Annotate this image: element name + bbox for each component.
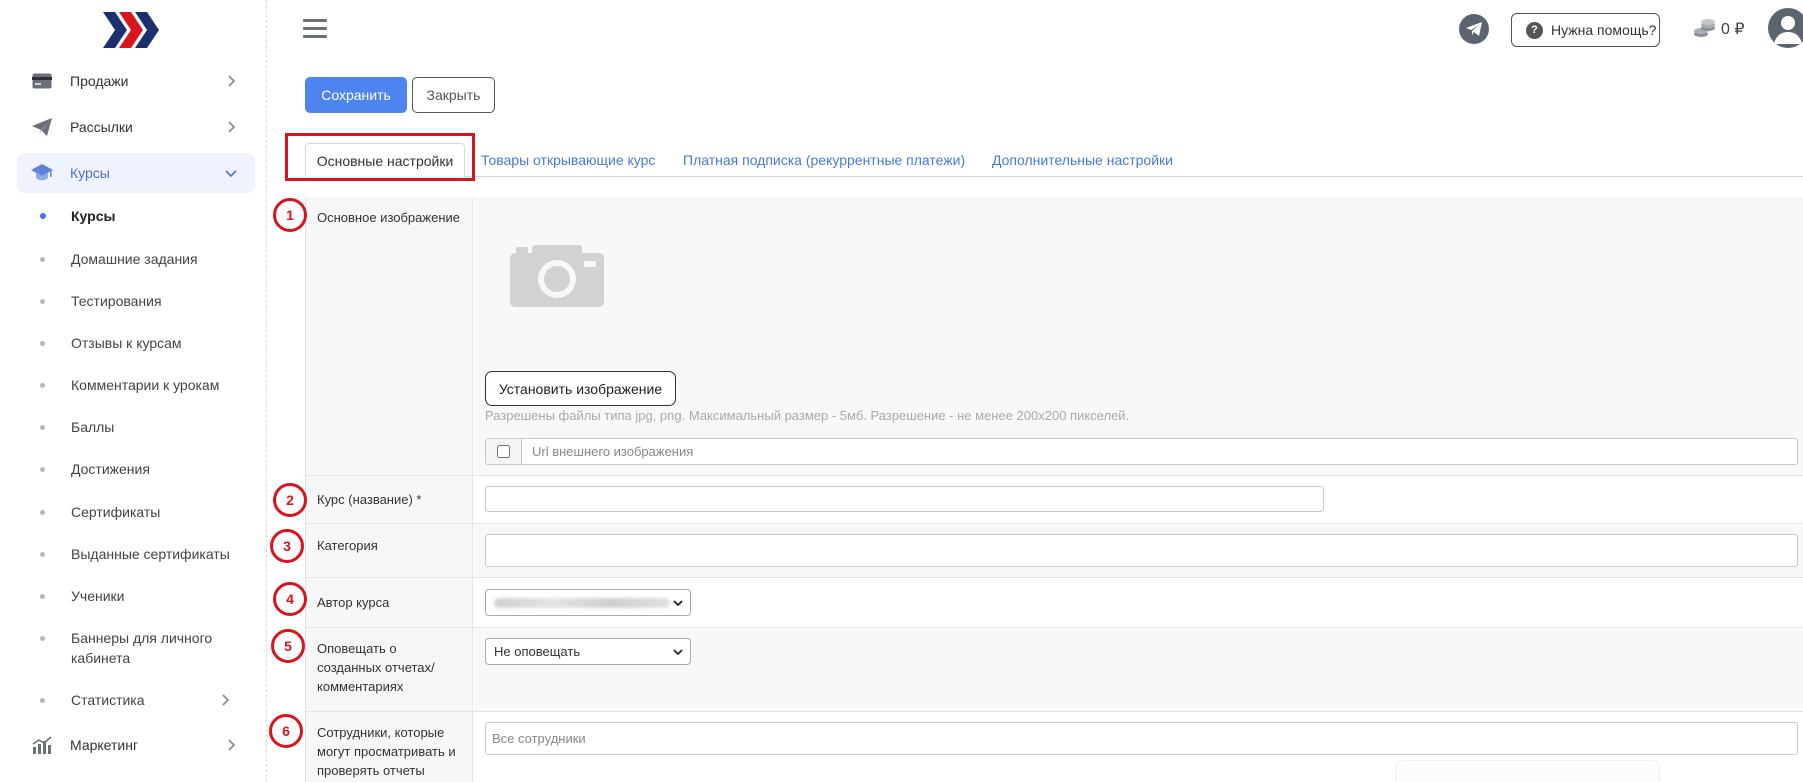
chevron-down-icon (225, 170, 237, 178)
form-row-author: Автор курса (306, 578, 1803, 628)
form-row-category: Категория (306, 524, 1803, 578)
sidebar: Продажи Рассылки Курсы Курсы Домашние за… (0, 0, 267, 782)
course-name-input[interactable] (485, 486, 1324, 512)
sidebar-item-marketing[interactable]: Маркетинг (17, 725, 255, 765)
category-input[interactable] (485, 534, 1798, 567)
paper-plane-icon (31, 116, 53, 138)
sidebar-item-mailings[interactable]: Рассылки (17, 107, 255, 147)
graduation-cap-icon (31, 162, 53, 184)
help-button[interactable]: ? Нужна помощь? (1511, 13, 1660, 47)
brand-logo[interactable] (103, 12, 161, 48)
course-settings-form: Основное изображение Установить изображе… (305, 197, 1803, 782)
telegram-icon[interactable] (1459, 14, 1489, 44)
form-row-notify: Оповещать о созданных отчетах/ комментар… (306, 628, 1803, 712)
save-button[interactable]: Сохранить (305, 77, 407, 113)
user-avatar-icon[interactable] (1768, 8, 1803, 48)
annotation-badge-5: 5 (271, 629, 305, 663)
chevron-right-icon (222, 694, 230, 706)
field-label: Оповещать о созданных отчетах/ комментар… (317, 641, 435, 694)
tab-opening-products[interactable]: Товары открывающие курс (481, 143, 655, 177)
question-icon: ? (1526, 21, 1543, 39)
chevron-down-icon (673, 600, 683, 607)
close-button[interactable]: Закрыть (412, 77, 495, 113)
chevron-right-icon (228, 121, 236, 133)
annotation-badge-4: 4 (273, 582, 307, 616)
tab-highlight-frame (285, 133, 475, 181)
image-hint: Разрешены файлы типа jpg, png. Максималь… (485, 408, 1130, 423)
menu-toggle-icon[interactable] (303, 19, 327, 39)
camera-placeholder-icon (510, 245, 604, 307)
annotation-badge-3: 3 (270, 529, 304, 563)
external-url-checkbox[interactable] (497, 445, 510, 458)
external-image-url-group (485, 438, 1798, 465)
notify-select-value: Не оповещать (494, 644, 581, 659)
sidebar-item-label: Курсы (70, 165, 110, 181)
tab-paid-subscription[interactable]: Платная подписка (рекуррентные платежи) (683, 143, 965, 177)
sidebar-item-label: Продажи (70, 73, 129, 89)
sidebar-item-label: Рассылки (70, 119, 133, 135)
author-select[interactable] (485, 589, 691, 616)
set-image-button[interactable]: Установить изображение (485, 371, 676, 406)
blurred-author-value (494, 597, 670, 608)
field-label: Сотрудники, которые могут просматривать … (317, 725, 456, 778)
chart-bars-icon (31, 734, 53, 756)
notify-select[interactable]: Не оповещать (485, 638, 691, 665)
external-image-url-input[interactable] (522, 439, 1797, 464)
sidebar-item-courses[interactable]: Курсы (17, 153, 255, 193)
field-label: Категория (317, 538, 378, 553)
balance[interactable]: 0 ₽ (1693, 18, 1745, 40)
sidebar-item-label: Маркетинг (70, 737, 139, 753)
chevron-down-icon (673, 649, 683, 656)
credit-card-icon (31, 70, 53, 92)
balance-value: 0 ₽ (1721, 21, 1745, 38)
annotation-badge-2: 2 (273, 483, 307, 517)
tab-additional-settings[interactable]: Дополнительные настройки (992, 143, 1173, 177)
chevron-right-icon (228, 75, 236, 87)
floating-widget (1395, 760, 1660, 782)
field-label: Автор курса (317, 595, 390, 610)
staff-input[interactable] (485, 722, 1798, 755)
annotation-badge-6: 6 (269, 714, 303, 748)
form-row-image: Основное изображение Установить изображе… (306, 197, 1803, 476)
form-row-name: Курс (название) * (306, 476, 1803, 524)
field-label: Курс (название) * (317, 492, 422, 507)
annotation-badge-1: 1 (273, 198, 307, 232)
coins-icon (1694, 19, 1715, 37)
chevron-right-icon (228, 739, 236, 751)
field-label: Основное изображение (317, 210, 460, 225)
help-button-label: Нужна помощь? (1551, 22, 1657, 38)
sidebar-item-sales[interactable]: Продажи (17, 61, 255, 101)
